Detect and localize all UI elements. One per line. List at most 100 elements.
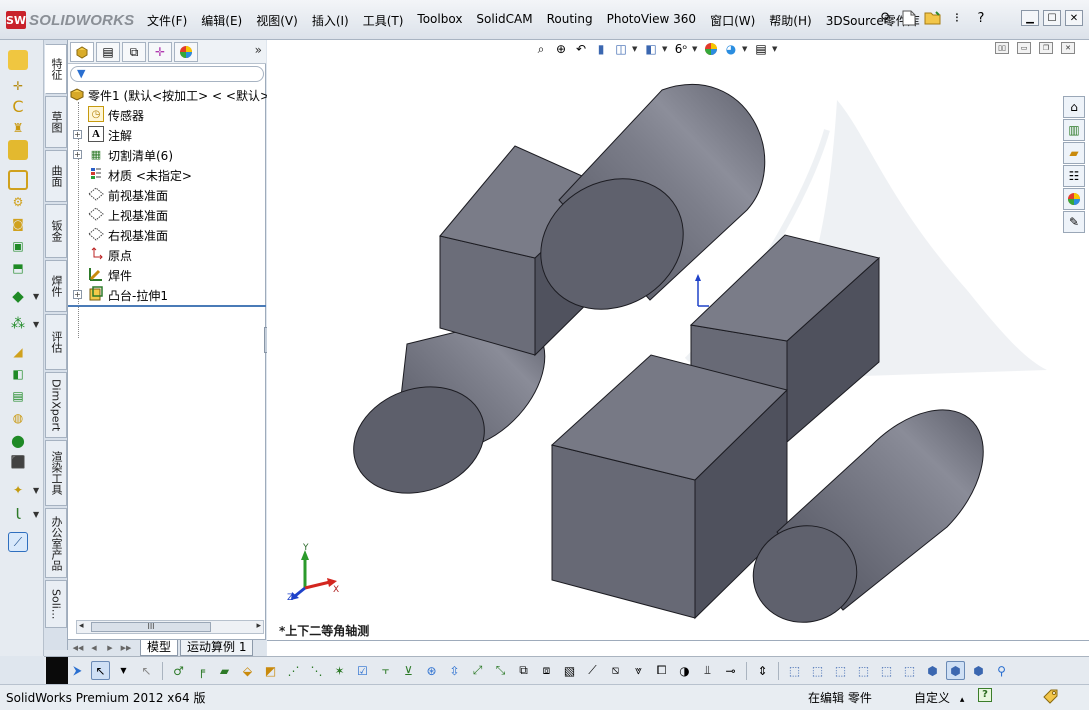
select-other-icon[interactable]: ↖ [137,661,156,680]
dimxpertmanager-tab-icon[interactable]: ✛ [148,42,172,62]
featuremanager-tab-icon[interactable] [70,42,94,62]
view-front-icon[interactable]: ⬚ [785,661,804,680]
linear-sketch-pattern-icon[interactable]: ⧈ [537,661,556,680]
unit-system-selector[interactable]: 自定义 ▴ [914,689,964,706]
view-palette-icon[interactable]: ☷ [1063,165,1085,187]
minimize-icon[interactable]: ▁ [1021,10,1039,26]
fillet-icon[interactable]: ◆ [8,286,28,306]
zoom-to-area-icon[interactable]: ⊕ [552,40,570,58]
first-tab-icon[interactable]: ◀◀ [72,642,84,654]
sub-weldment-icon[interactable]: ⫟ [376,661,395,680]
fillet-bead-icon[interactable]: ✶ [330,661,349,680]
menu-solidcam[interactable]: SolidCAM [469,12,539,29]
weldment-cut-list-icon[interactable]: ☑ [353,661,372,680]
boundary-boss-icon[interactable] [8,140,28,160]
instant3d-icon[interactable]: ⟋ [8,532,28,552]
menu-toolbox[interactable]: Toolbox [410,12,469,29]
reference-dropdown-icon[interactable]: ▼ [33,486,39,495]
view-orientation-icon[interactable]: ◫ [612,40,630,58]
solidworks-logo[interactable]: SW SOLIDWORKS [6,10,134,30]
more-tabs-icon[interactable]: » [255,43,262,57]
lofted-cut-icon[interactable]: ▣ [8,236,28,256]
sketch-chamfer-icon[interactable]: ⧅ [606,661,625,680]
configurationmanager-tab-icon[interactable]: ⧉ [122,42,146,62]
tab-sketch[interactable]: 草图 [45,96,67,148]
view-orientation-dropdown-icon[interactable]: ▼ [632,45,640,53]
edit-appearance-icon[interactable] [702,40,720,58]
rollback-bar[interactable] [68,305,266,307]
close-viewport-icon[interactable]: ✕ [1061,42,1075,54]
fillet-dropdown-icon[interactable]: ▼ [33,292,39,301]
tab-sheet-metal[interactable]: 钣金 [45,204,67,258]
link-view-icon[interactable]: ⚲ [992,661,1011,680]
expand-icon[interactable]: + [73,130,82,139]
next-tab-icon[interactable]: ▶ [104,642,116,654]
graphics-area[interactable]: Y X Z ⌕ ⊕ ↶ ▮ ◫ ▼ ◧ ▼ 6ᵒ ▼ ◕ ▼ ▤ ▼ ▯▯ ▭ … [267,40,1089,656]
solidworks-resources-icon[interactable]: ⌂ [1063,96,1085,118]
menu-view[interactable]: 视图(V) [249,12,305,29]
pattern-dropdown-icon[interactable]: ▼ [33,320,39,329]
display-relations-icon[interactable]: ◑ [675,661,694,680]
sketch-line-icon[interactable]: ♂ [169,661,188,680]
view-left-icon[interactable]: ⬚ [831,661,850,680]
menu-window[interactable]: 窗口(W) [703,12,762,29]
linear-pattern-icon[interactable]: ⁂ [8,314,28,334]
wrap-icon[interactable]: ◍ [8,408,28,428]
revolved-boss-icon[interactable]: ✛ [8,76,28,96]
weld-bead-icon[interactable]: ⋱ [307,661,326,680]
options-icon[interactable]: ⁝ [948,9,966,27]
mirror-icon[interactable]: ⬛ [8,452,28,472]
expand-icon[interactable]: + [73,150,82,159]
tab-solidcam[interactable]: Soli... [45,580,67,628]
smart-select-icon[interactable]: ⮞ [68,661,87,680]
open-folder-icon[interactable] [924,9,942,27]
tree-horizontal-scrollbar[interactable]: ◂ III ▸ [76,620,264,634]
prev-tab-icon[interactable]: ◀ [88,642,100,654]
menu-edit[interactable]: 编辑(E) [194,12,249,29]
add-relation-icon[interactable]: ⧠ [652,661,671,680]
revolved-cut-icon[interactable]: ⚙ [8,192,28,212]
design-library-icon[interactable]: ▥ [1063,119,1085,141]
menu-file[interactable]: 文件(F) [140,12,194,29]
swept-cut-icon[interactable]: ◙ [8,214,28,234]
tab-evaluate[interactable]: 评估 [45,314,67,370]
structural-member-icon[interactable]: ▰ [215,661,234,680]
view-isometric-icon[interactable]: ⬢ [923,661,942,680]
last-tab-icon[interactable]: ▶▶ [120,642,132,654]
rotate-view-icon[interactable]: ⊛ [422,661,441,680]
expand-icon[interactable]: + [73,290,82,299]
section-view-icon[interactable]: ▮ [592,40,610,58]
pin-icon[interactable]: ⚲ [876,9,894,27]
draft-icon[interactable]: ◧ [8,364,28,384]
view-back-icon[interactable]: ⬚ [808,661,827,680]
convert-entities-icon[interactable]: ⤢ [468,661,487,680]
boundary-cut-icon[interactable]: ⬒ [8,258,28,278]
pan-icon[interactable]: ⇳ [445,661,464,680]
view-dimetric-icon[interactable]: ⬢ [969,661,988,680]
curves-dropdown-icon[interactable]: ▼ [33,510,39,519]
apply-scene-icon[interactable]: ◕ [722,40,740,58]
file-explorer-icon[interactable]: ▰ [1063,142,1085,164]
model-scene[interactable]: Y X Z [267,40,1089,640]
menu-insert[interactable]: 插入(I) [305,12,356,29]
tab-motion-study[interactable]: 运动算例 1 [180,640,254,656]
split-horizontal-icon[interactable]: ▯▯ [995,42,1009,54]
help-icon[interactable]: ? [972,9,990,27]
tab-surfaces[interactable]: 曲面 [45,150,67,202]
gusset-icon[interactable]: ⋰ [284,661,303,680]
restore-viewport-icon[interactable]: ❐ [1039,42,1053,54]
menu-help[interactable]: 帮助(H) [762,12,818,29]
reference-axis-icon[interactable]: ⊻ [399,661,418,680]
shell-icon[interactable]: ▤ [8,386,28,406]
tab-features[interactable]: 特征 [45,44,67,94]
reference-geometry-icon[interactable]: ✦ [8,480,28,500]
view-trimetric-icon[interactable]: ⬢ [946,661,965,680]
hide-show-items-icon[interactable]: 6ᵒ [672,40,690,58]
view-settings-dropdown-icon[interactable]: ▼ [772,45,780,53]
extruded-cut-icon[interactable] [8,170,28,190]
appearances-icon[interactable] [1063,188,1085,210]
menu-routing[interactable]: Routing [540,12,600,29]
custom-properties-icon[interactable]: ✎ [1063,211,1085,233]
curves-icon[interactable]: Ɩ [8,504,28,524]
propertymanager-tab-icon[interactable]: ▤ [96,42,120,62]
